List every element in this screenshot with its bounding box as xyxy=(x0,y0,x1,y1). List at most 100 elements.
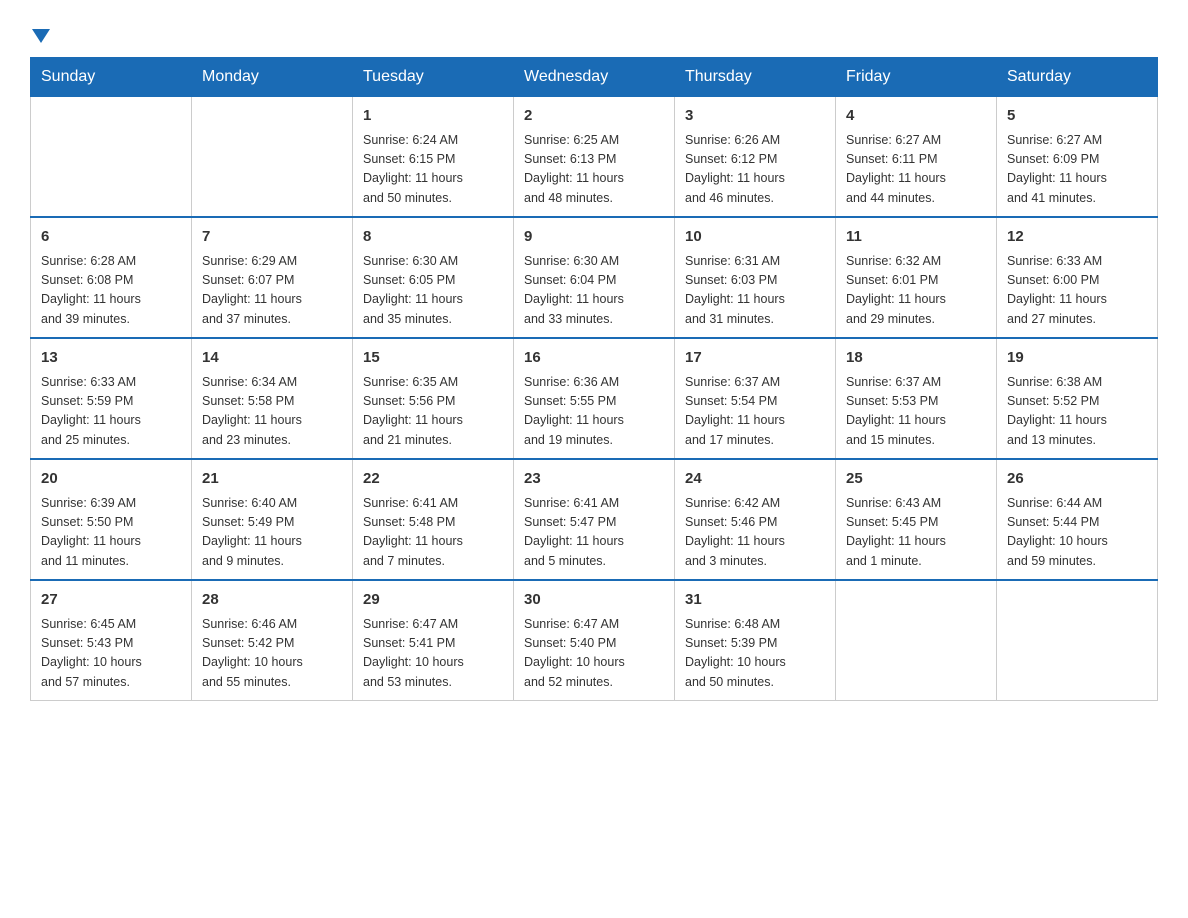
page-header xyxy=(30,20,1158,47)
calendar-cell: 14 Sunrise: 6:34 AMSunset: 5:58 PMDayligh… xyxy=(192,338,353,459)
calendar-cell: 19 Sunrise: 6:38 AMSunset: 5:52 PMDayligh… xyxy=(997,338,1158,459)
calendar-cell: 26 Sunrise: 6:44 AMSunset: 5:44 PMDayligh… xyxy=(997,459,1158,580)
day-info: Sunrise: 6:45 AMSunset: 5:43 PMDaylight:… xyxy=(41,615,181,693)
day-number: 30 xyxy=(524,589,664,612)
calendar-cell xyxy=(192,97,353,218)
day-info: Sunrise: 6:41 AMSunset: 5:48 PMDaylight:… xyxy=(363,494,503,572)
calendar-cell: 11 Sunrise: 6:32 AMSunset: 6:01 PMDayligh… xyxy=(836,217,997,338)
calendar-cell: 7 Sunrise: 6:29 AMSunset: 6:07 PMDaylight… xyxy=(192,217,353,338)
calendar-cell: 16 Sunrise: 6:36 AMSunset: 5:55 PMDayligh… xyxy=(514,338,675,459)
day-info: Sunrise: 6:31 AMSunset: 6:03 PMDaylight:… xyxy=(685,252,825,330)
day-number: 9 xyxy=(524,226,664,249)
calendar-cell: 8Sunrise: 6:30 AMSunset: 6:05 PMDaylight… xyxy=(353,217,514,338)
day-number: 28 xyxy=(202,589,342,612)
calendar-header-monday: Monday xyxy=(192,58,353,97)
calendar-cell: 2 Sunrise: 6:25 AMSunset: 6:13 PMDaylight… xyxy=(514,97,675,218)
day-number: 24 xyxy=(685,468,825,491)
day-info: Sunrise: 6:33 AMSunset: 6:00 PMDaylight:… xyxy=(1007,252,1147,330)
day-number: 14 xyxy=(202,347,342,370)
day-info: Sunrise: 6:30 AMSunset: 6:05 PMDaylight:… xyxy=(363,252,503,330)
calendar-header-tuesday: Tuesday xyxy=(353,58,514,97)
calendar-header-saturday: Saturday xyxy=(997,58,1158,97)
day-info: Sunrise: 6:35 AMSunset: 5:56 PMDaylight:… xyxy=(363,373,503,451)
calendar-header-wednesday: Wednesday xyxy=(514,58,675,97)
day-info: Sunrise: 6:36 AMSunset: 5:55 PMDaylight:… xyxy=(524,373,664,451)
calendar-cell xyxy=(997,580,1158,701)
day-info: Sunrise: 6:42 AMSunset: 5:46 PMDaylight:… xyxy=(685,494,825,572)
day-info: Sunrise: 6:34 AMSunset: 5:58 PMDaylight:… xyxy=(202,373,342,451)
day-info: Sunrise: 6:30 AMSunset: 6:04 PMDaylight:… xyxy=(524,252,664,330)
day-info: Sunrise: 6:39 AMSunset: 5:50 PMDaylight:… xyxy=(41,494,181,572)
calendar-table: SundayMondayTuesdayWednesdayThursdayFrid… xyxy=(30,57,1158,701)
day-info: Sunrise: 6:27 AMSunset: 6:11 PMDaylight:… xyxy=(846,131,986,209)
day-number: 3 xyxy=(685,105,825,128)
day-number: 16 xyxy=(524,347,664,370)
calendar-cell: 22 Sunrise: 6:41 AMSunset: 5:48 PMDayligh… xyxy=(353,459,514,580)
calendar-week-row: 27 Sunrise: 6:45 AMSunset: 5:43 PMDayligh… xyxy=(31,580,1158,701)
day-number: 22 xyxy=(363,468,503,491)
day-number: 17 xyxy=(685,347,825,370)
day-info: Sunrise: 6:38 AMSunset: 5:52 PMDaylight:… xyxy=(1007,373,1147,451)
calendar-cell: 27 Sunrise: 6:45 AMSunset: 5:43 PMDayligh… xyxy=(31,580,192,701)
day-number: 2 xyxy=(524,105,664,128)
day-info: Sunrise: 6:25 AMSunset: 6:13 PMDaylight:… xyxy=(524,131,664,209)
day-number: 18 xyxy=(846,347,986,370)
day-info: Sunrise: 6:32 AMSunset: 6:01 PMDaylight:… xyxy=(846,252,986,330)
calendar-week-row: 20 Sunrise: 6:39 AMSunset: 5:50 PMDayligh… xyxy=(31,459,1158,580)
day-number: 1 xyxy=(363,105,503,128)
calendar-cell: 4 Sunrise: 6:27 AMSunset: 6:11 PMDaylight… xyxy=(836,97,997,218)
calendar-cell: 3 Sunrise: 6:26 AMSunset: 6:12 PMDaylight… xyxy=(675,97,836,218)
calendar-header-thursday: Thursday xyxy=(675,58,836,97)
day-info: Sunrise: 6:26 AMSunset: 6:12 PMDaylight:… xyxy=(685,131,825,209)
calendar-cell: 5 Sunrise: 6:27 AMSunset: 6:09 PMDaylight… xyxy=(997,97,1158,218)
day-info: Sunrise: 6:41 AMSunset: 5:47 PMDaylight:… xyxy=(524,494,664,572)
day-info: Sunrise: 6:48 AMSunset: 5:39 PMDaylight:… xyxy=(685,615,825,693)
day-info: Sunrise: 6:29 AMSunset: 6:07 PMDaylight:… xyxy=(202,252,342,330)
calendar-header-sunday: Sunday xyxy=(31,58,192,97)
day-info: Sunrise: 6:33 AMSunset: 5:59 PMDaylight:… xyxy=(41,373,181,451)
day-info: Sunrise: 6:37 AMSunset: 5:54 PMDaylight:… xyxy=(685,373,825,451)
day-number: 20 xyxy=(41,468,181,491)
day-number: 26 xyxy=(1007,468,1147,491)
logo-text xyxy=(30,20,50,47)
day-number: 15 xyxy=(363,347,503,370)
logo-triangle-icon xyxy=(32,29,50,43)
calendar-cell: 9 Sunrise: 6:30 AMSunset: 6:04 PMDaylight… xyxy=(514,217,675,338)
day-number: 23 xyxy=(524,468,664,491)
calendar-cell: 28 Sunrise: 6:46 AMSunset: 5:42 PMDayligh… xyxy=(192,580,353,701)
calendar-cell: 10 Sunrise: 6:31 AMSunset: 6:03 PMDayligh… xyxy=(675,217,836,338)
calendar-week-row: 13Sunrise: 6:33 AMSunset: 5:59 PMDayligh… xyxy=(31,338,1158,459)
logo xyxy=(30,20,50,47)
day-number: 19 xyxy=(1007,347,1147,370)
day-info: Sunrise: 6:40 AMSunset: 5:49 PMDaylight:… xyxy=(202,494,342,572)
day-number: 31 xyxy=(685,589,825,612)
day-number: 27 xyxy=(41,589,181,612)
day-info: Sunrise: 6:27 AMSunset: 6:09 PMDaylight:… xyxy=(1007,131,1147,209)
calendar-cell: 15 Sunrise: 6:35 AMSunset: 5:56 PMDayligh… xyxy=(353,338,514,459)
calendar-cell: 25Sunrise: 6:43 AMSunset: 5:45 PMDayligh… xyxy=(836,459,997,580)
day-number: 11 xyxy=(846,226,986,249)
calendar-cell: 6 Sunrise: 6:28 AMSunset: 6:08 PMDaylight… xyxy=(31,217,192,338)
calendar-cell: 13Sunrise: 6:33 AMSunset: 5:59 PMDayligh… xyxy=(31,338,192,459)
day-number: 12 xyxy=(1007,226,1147,249)
calendar-cell: 18 Sunrise: 6:37 AMSunset: 5:53 PMDayligh… xyxy=(836,338,997,459)
day-info: Sunrise: 6:24 AMSunset: 6:15 PMDaylight:… xyxy=(363,131,503,209)
day-info: Sunrise: 6:28 AMSunset: 6:08 PMDaylight:… xyxy=(41,252,181,330)
day-number: 10 xyxy=(685,226,825,249)
day-info: Sunrise: 6:46 AMSunset: 5:42 PMDaylight:… xyxy=(202,615,342,693)
calendar-cell xyxy=(31,97,192,218)
calendar-cell: 20 Sunrise: 6:39 AMSunset: 5:50 PMDayligh… xyxy=(31,459,192,580)
day-info: Sunrise: 6:47 AMSunset: 5:41 PMDaylight:… xyxy=(363,615,503,693)
day-number: 7 xyxy=(202,226,342,249)
calendar-cell: 17 Sunrise: 6:37 AMSunset: 5:54 PMDayligh… xyxy=(675,338,836,459)
calendar-cell: 31 Sunrise: 6:48 AMSunset: 5:39 PMDayligh… xyxy=(675,580,836,701)
day-info: Sunrise: 6:37 AMSunset: 5:53 PMDaylight:… xyxy=(846,373,986,451)
day-number: 6 xyxy=(41,226,181,249)
calendar-cell: 24 Sunrise: 6:42 AMSunset: 5:46 PMDayligh… xyxy=(675,459,836,580)
day-number: 5 xyxy=(1007,105,1147,128)
calendar-cell xyxy=(836,580,997,701)
day-number: 21 xyxy=(202,468,342,491)
calendar-cell: 30Sunrise: 6:47 AMSunset: 5:40 PMDayligh… xyxy=(514,580,675,701)
day-info: Sunrise: 6:44 AMSunset: 5:44 PMDaylight:… xyxy=(1007,494,1147,572)
day-number: 4 xyxy=(846,105,986,128)
